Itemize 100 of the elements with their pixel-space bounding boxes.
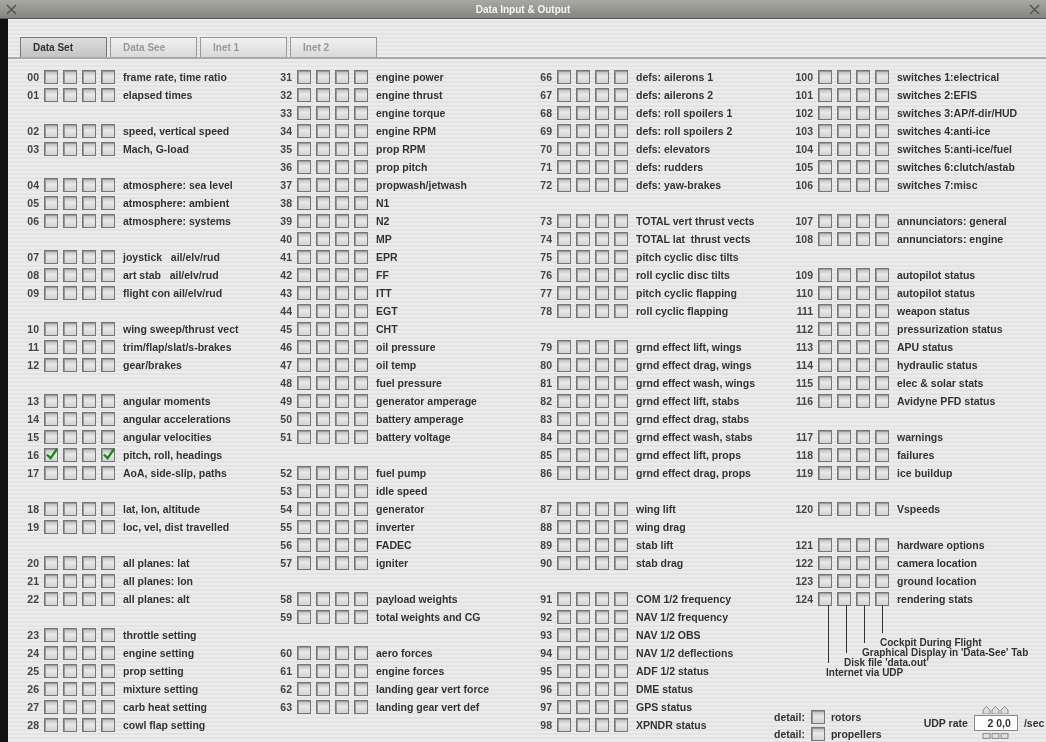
- row-number: 102: [794, 107, 813, 119]
- row-label: DME status: [636, 683, 694, 695]
- row-number: 69: [539, 125, 552, 137]
- row-label: angular accelerations: [123, 413, 231, 425]
- row-label: rendering stats: [897, 593, 973, 605]
- row-label: NAV 1/2 OBS: [636, 629, 701, 641]
- udp-unit: /sec: [1023, 717, 1045, 729]
- row-label: pressurization status: [897, 323, 1003, 335]
- row-label: switches 7:misc: [897, 179, 978, 191]
- row-number: 111: [795, 305, 813, 317]
- row-label: hardware options: [897, 539, 985, 551]
- row-number: 36: [279, 161, 292, 173]
- row-number: 15: [26, 431, 39, 443]
- row-label: Mach, G-load: [123, 143, 189, 155]
- row-number: 34: [279, 125, 292, 137]
- row-number: 76: [539, 269, 552, 281]
- row-label: carb heat setting: [123, 701, 208, 713]
- row-number: 21: [26, 575, 39, 587]
- row-label: ground location: [897, 575, 977, 587]
- row-label: EGT: [376, 305, 398, 317]
- leader-line: [864, 605, 865, 643]
- row-label: landing gear vert force: [376, 683, 490, 695]
- row-label: switches 4:anti-ice: [897, 125, 991, 137]
- row-number: 24: [26, 647, 39, 659]
- row-number: 62: [279, 683, 292, 695]
- row-label: roll cyclic disc tilts: [636, 269, 730, 281]
- row-number: 38: [279, 197, 292, 209]
- row-label: NAV 1/2 frequency: [636, 611, 728, 623]
- row-number: 50: [279, 413, 292, 425]
- row-label: all planes: lat: [123, 557, 190, 569]
- row-label: grnd effect drag, stabs: [636, 413, 750, 425]
- row-label: EPR: [376, 251, 398, 263]
- row-label: autopilot status: [897, 269, 976, 281]
- row-number: 108: [794, 233, 813, 245]
- decrement-arrows-icon[interactable]: [982, 732, 1010, 740]
- row-number: 74: [539, 233, 552, 245]
- row-label: defs: yaw-brakes: [636, 179, 722, 191]
- row-label: defs: elevators: [636, 143, 711, 155]
- increment-arrows-icon[interactable]: [982, 706, 1010, 714]
- row-label: Vspeeds: [897, 503, 941, 515]
- row-label: CHT: [376, 323, 398, 335]
- row-number: 67: [539, 89, 552, 101]
- row-number: 73: [539, 215, 552, 227]
- row-number: 71: [539, 161, 552, 173]
- row-label: trim/flap/slat/s-brakes: [123, 341, 232, 353]
- row-number: 98: [539, 719, 552, 731]
- detail-name: propellers: [830, 728, 882, 740]
- row-number: 56: [279, 539, 292, 551]
- row-label: propwash/jetwash: [376, 179, 468, 191]
- row-number: 75: [539, 251, 552, 263]
- row-number: 00: [26, 71, 39, 83]
- row-number: 93: [539, 629, 552, 641]
- row-label: wing sweep/thrust vect: [123, 323, 239, 335]
- row-label: ice buildup: [897, 467, 953, 479]
- row-label: stab drag: [636, 557, 684, 569]
- row-label: inverter: [376, 521, 415, 533]
- row-number: 16: [26, 449, 39, 461]
- window-title: Data Input & Output: [475, 3, 571, 15]
- row-number: 31: [279, 71, 292, 83]
- row-number: 88: [539, 521, 552, 533]
- row-number: 45: [279, 323, 292, 335]
- row-number: 121: [794, 539, 813, 551]
- legend-label: Disk file 'data.out': [844, 658, 929, 668]
- row-number: 85: [539, 449, 552, 461]
- row-number: 17: [26, 467, 39, 479]
- close-icon[interactable]: [1029, 3, 1040, 15]
- row-label: TOTAL lat thrust vects: [636, 233, 751, 245]
- row-label: atmosphere: sea level: [123, 179, 233, 191]
- row-label: lat, lon, altitude: [123, 503, 200, 515]
- row-label: engine thrust: [376, 89, 443, 101]
- close-icon[interactable]: [6, 3, 17, 15]
- row-number: 113: [795, 341, 813, 353]
- row-label: angular velocities: [123, 431, 212, 443]
- row-number: 104: [794, 143, 813, 155]
- row-number: 84: [539, 431, 552, 443]
- udp-rate-field[interactable]: 2 0,0: [973, 715, 1018, 731]
- tab[interactable]: Data See: [110, 37, 197, 57]
- row-number: 112: [795, 323, 813, 335]
- row-number: 19: [26, 521, 39, 533]
- row-label: wing drag: [636, 521, 686, 533]
- detail-label: detail:: [774, 711, 805, 723]
- row-label: atmosphere: ambient: [123, 197, 230, 209]
- row-number: 13: [26, 395, 39, 407]
- row-label: throttle setting: [123, 629, 197, 641]
- row-number: 95: [539, 665, 552, 677]
- tab[interactable]: Inet 1: [200, 37, 287, 57]
- row-label: speed, vertical speed: [123, 125, 230, 137]
- row-number: 46: [279, 341, 292, 353]
- row-label: generator amperage: [376, 395, 477, 407]
- row-number: 106: [794, 179, 813, 191]
- row-number: 48: [279, 377, 292, 389]
- row-label: warnings: [897, 431, 944, 443]
- row-number: 41: [279, 251, 292, 263]
- tab[interactable]: Inet 2: [290, 37, 377, 57]
- row-label: art stab ail/elv/rud: [123, 269, 219, 281]
- row-number: 44: [279, 305, 292, 317]
- row-number: 107: [794, 215, 813, 227]
- tab[interactable]: Data Set: [20, 37, 107, 57]
- row-label: switches 5:anti-ice/fuel: [897, 143, 1012, 155]
- row-number: 02: [26, 125, 39, 137]
